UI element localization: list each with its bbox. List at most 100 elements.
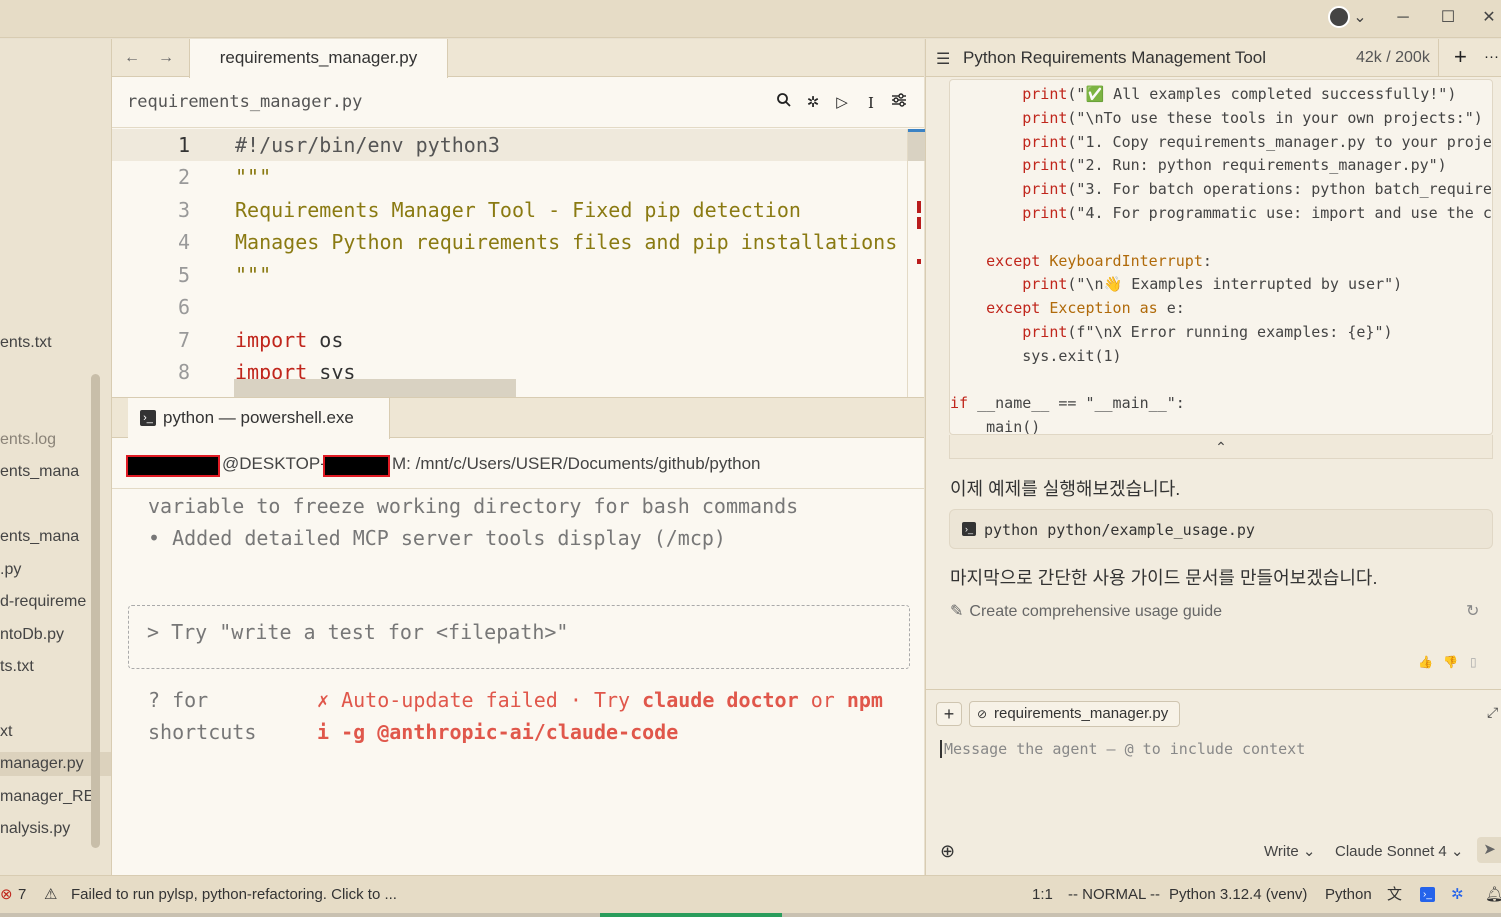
mode-select[interactable]: Write ⌄	[1264, 842, 1315, 860]
assistant-message: 이제 예제를 실행해보겠습니다.	[950, 479, 1181, 499]
code-block-line: print("1. Copy requirements_manager.py t…	[1022, 132, 1492, 151]
code-block-line: print("✅ All examples completed successf…	[1022, 85, 1457, 103]
update-error: ✗ Auto-update failed · Try claude doctor…	[317, 688, 883, 712]
error-count[interactable]: 7	[18, 876, 26, 914]
file-explorer: ents.txt ents.log ents_mana ents_mana .py d-r…	[0, 39, 112, 875]
terminal-output-line: • Added detailed MCP server tools displa…	[148, 526, 726, 550]
close-button[interactable]: ✕	[1478, 6, 1500, 30]
redacted-username	[126, 455, 220, 477]
new-chat-button[interactable]: +	[1454, 44, 1467, 70]
message-composer: + ⊘ requirements_manager.py ⤢ Message th…	[926, 689, 1501, 875]
more-options-icon[interactable]: ···	[1484, 48, 1499, 65]
refresh-icon[interactable]: ↻	[1466, 601, 1479, 621]
thumbs-up-icon[interactable]: 👍	[1418, 655, 1433, 669]
sidebar-scrollbar[interactable]	[91, 374, 100, 848]
claude-input-placeholder: > Try "write a test for <filepath>"	[147, 620, 569, 644]
python-interpreter[interactable]: Python 3.12.4 (venv)	[1169, 876, 1307, 914]
terminal-icon: ›_	[140, 410, 156, 426]
maximize-button[interactable]: ☐	[1435, 6, 1461, 30]
title-bar: ⌄ ─ ☐ ✕	[0, 0, 1501, 38]
back-arrow-icon[interactable]: ←	[121, 47, 143, 69]
code-line[interactable]: 2 """	[112, 161, 907, 193]
run-icon[interactable]: ▷	[831, 92, 853, 114]
search-icon[interactable]	[773, 92, 795, 114]
ai-sparkle-icon[interactable]: ✲	[802, 92, 824, 114]
send-button[interactable]: ➤	[1477, 837, 1501, 863]
task-label: Create comprehensive usage guide	[969, 603, 1223, 620]
code-block-line: print("3. For batch operations: python b…	[1022, 180, 1492, 199]
avatar[interactable]	[1328, 6, 1350, 28]
vim-mode: -- NORMAL --	[1068, 886, 1160, 903]
code-block-line: if __name__ == "__main__":	[950, 394, 1185, 413]
assistant-message: 마지막으로 간단한 사용 가이드 문서를 만들어보겠습니다.	[950, 568, 1378, 588]
error-marker	[917, 217, 921, 229]
context-file-label: requirements_manager.py	[994, 705, 1169, 722]
tab-terminal[interactable]: ›_ python — powershell.exe	[128, 398, 390, 439]
menu-icon[interactable]: ☰	[936, 49, 950, 69]
copy-icon[interactable]: ▯	[1470, 655, 1477, 669]
warning-icon: ⚠	[44, 886, 58, 903]
help-hint: ? for	[148, 688, 209, 712]
task-item[interactable]: ✎ Create comprehensive usage guide	[950, 601, 1222, 621]
prompt-path: M: /mnt/c/Users/USER/Documents/github/py…	[392, 454, 761, 473]
sidebar-file-item[interactable]: ents.txt	[0, 331, 111, 355]
code-block-line: except Exception as e:	[986, 299, 1185, 318]
status-message[interactable]: Failed to run pylsp, python-refactoring.…	[71, 876, 397, 914]
code-block-line	[950, 225, 1492, 249]
code-block-line: print("2. Run: python requirements_manag…	[1022, 156, 1447, 175]
help-hint: shortcuts	[148, 720, 257, 744]
update-error-command: i -g @anthropic-ai/claude-code	[317, 720, 679, 744]
minimize-button[interactable]: ─	[1390, 6, 1416, 30]
terminal-prompt: @DESKTOP- M: /mnt/c/Users/USER/Documents…	[112, 439, 924, 489]
code-block[interactable]: print("✅ All examples completed successf…	[949, 79, 1493, 435]
add-context-button[interactable]: +	[936, 702, 962, 726]
translate-icon[interactable]: 文	[1387, 876, 1402, 914]
error-marker	[917, 201, 921, 213]
terminal-icon[interactable]: ›_	[1420, 887, 1435, 902]
expand-icon[interactable]: ⤢	[1487, 704, 1498, 721]
code-block-line: sys.exit(1)	[1022, 346, 1122, 365]
code-line[interactable]: 6	[112, 291, 907, 323]
bell-icon[interactable]: 🔔︎	[1485, 876, 1501, 914]
code-block-line	[950, 368, 1492, 392]
prompt-host: @DESKTOP-	[222, 454, 326, 473]
editor-tab-bar: ← → requirements_manager.py	[112, 39, 924, 78]
code-line[interactable]: 1 #!/usr/bin/env python3	[112, 129, 907, 161]
terminal-tab-label: python — powershell.exe	[163, 408, 354, 427]
horizontal-scrollbar[interactable]	[234, 379, 516, 397]
error-icon[interactable]: ⊗	[0, 876, 13, 914]
chat-header: ☰ Python Requirements Management Tool 42…	[926, 39, 1501, 77]
settings-sliders-icon[interactable]	[888, 92, 910, 114]
cursor-position[interactable]: 1:1	[1032, 876, 1053, 914]
ai-sparkle-icon[interactable]: ✲	[1451, 876, 1464, 914]
link-icon: ⊘	[977, 707, 988, 721]
target-icon[interactable]: ⊕	[940, 841, 955, 862]
editor-scrollbar[interactable]	[907, 129, 925, 397]
code-line[interactable]: 5 """	[112, 259, 907, 291]
text-cursor-icon[interactable]: I	[860, 92, 882, 114]
token-counter: 42k / 200k	[1356, 49, 1430, 66]
forward-arrow-icon[interactable]: →	[155, 47, 177, 69]
message-input[interactable]: Message the agent – @ to include context	[940, 740, 1305, 758]
scroll-thumb[interactable]	[908, 129, 925, 161]
language-mode[interactable]: Python	[1325, 876, 1372, 914]
code-block-line: print(f"\nX Error running examples: {e}"…	[1022, 323, 1393, 341]
pencil-icon: ✎	[950, 603, 964, 620]
code-line[interactable]: 4 Manages Python requirements files and p…	[112, 226, 907, 258]
code-block-line: print("\nTo use these tools in your own …	[1022, 108, 1483, 127]
account-dropdown-chevron-icon[interactable]: ⌄	[1350, 6, 1370, 30]
code-line[interactable]: 7 import os	[112, 324, 907, 356]
code-area[interactable]: 1 #!/usr/bin/env python3 2 """ 3 Requiremen…	[112, 129, 907, 397]
active-indicator	[600, 913, 782, 917]
terminal-icon: ›_	[962, 522, 976, 536]
context-file-chip[interactable]: ⊘ requirements_manager.py	[969, 701, 1180, 727]
thumbs-down-icon[interactable]: 👎	[1443, 655, 1458, 669]
code-block-line: print("\n👋 Examples interrupted by user"…	[1022, 275, 1403, 294]
claude-input-box[interactable]: > Try "write a test for <filepath>"	[128, 605, 910, 669]
code-line[interactable]: 3 Requirements Manager Tool - Fixed pip d…	[112, 194, 907, 226]
collapse-code-button[interactable]: ⌃	[949, 435, 1493, 459]
tab-requirements-manager[interactable]: requirements_manager.py	[189, 39, 448, 78]
command-block[interactable]: ›_ python python/example_usage.py	[949, 509, 1493, 549]
file-header: requirements_manager.py ✲ ▷ I	[112, 78, 924, 128]
model-select[interactable]: Claude Sonnet 4 ⌄	[1335, 842, 1464, 860]
